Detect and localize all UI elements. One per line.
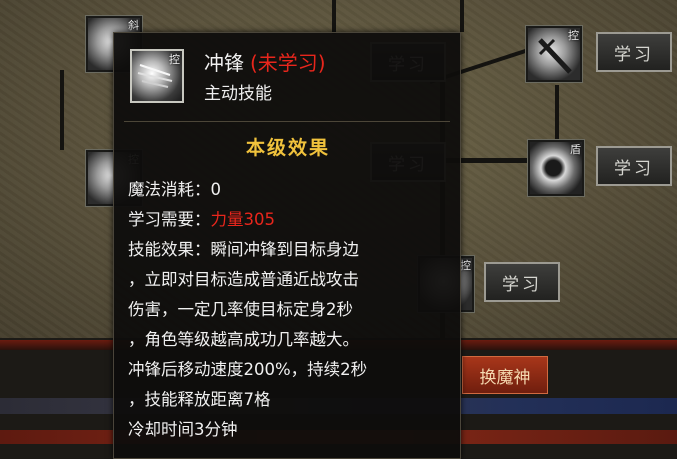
skill-tag: 盾 <box>570 143 581 156</box>
requirement-value: 力量305 <box>210 210 276 229</box>
skill-name: 冲锋 <box>204 51 244 75</box>
skill-title: 冲锋 (未学习) <box>204 47 326 76</box>
effect-line: 冲锋后移动速度200%，持续2秒 <box>128 360 368 379</box>
skill-icon: 控 <box>130 49 184 103</box>
skill-description: 魔法消耗：0 学习需要：力量305 技能效果：瞬间冲锋到目标身边 ，立即对目标造… <box>128 175 458 445</box>
skill-tag: 斜 <box>128 19 139 32</box>
skill-node-swords[interactable]: 控 <box>526 26 582 82</box>
tree-connector <box>332 0 336 34</box>
effect-line: 技能效果：瞬间冲锋到目标身边 <box>128 240 359 259</box>
requirement-row: 学习需要：力量305 <box>128 205 458 235</box>
effect-line: 伤害，一定几率使目标定身2秒 <box>128 300 353 319</box>
crossed-swords-icon <box>538 38 572 74</box>
learn-button[interactable]: 学习 <box>596 146 672 186</box>
learn-button[interactable]: 学习 <box>484 262 560 302</box>
skill-type: 主动技能 <box>204 84 272 104</box>
effect-line: ，角色等级越高成功几率越大。 <box>128 330 359 349</box>
skill-tag: 控 <box>169 53 180 66</box>
divider <box>124 121 450 122</box>
section-title: 本级效果 <box>245 137 330 159</box>
effect-line: ，技能释放距离7格 <box>128 390 271 409</box>
skill-tag: 控 <box>460 259 471 272</box>
switch-demon-god-button[interactable]: 换魔神 <box>462 356 548 394</box>
tree-connector <box>60 70 64 150</box>
mana-cost-row: 魔法消耗：0 <box>128 175 458 205</box>
effect-line: 冷却时间3分钟 <box>128 420 238 439</box>
mana-cost-label: 魔法消耗： <box>128 180 211 199</box>
tree-connector <box>460 0 464 32</box>
skill-node-shield[interactable]: 盾 <box>528 140 584 196</box>
requirement-label: 学习需要： <box>128 210 211 229</box>
tree-connector <box>555 85 559 140</box>
learn-status: (未学习) <box>250 51 326 75</box>
effect-line: ，立即对目标造成普通近战攻击 <box>128 270 359 289</box>
mana-cost-value: 0 <box>210 180 222 199</box>
skill-tooltip: 控 冲锋 (未学习) 主动技能 本级效果 魔法消耗：0 学习需要：力量305 技能… <box>113 32 461 459</box>
learn-button[interactable]: 学习 <box>596 32 672 72</box>
